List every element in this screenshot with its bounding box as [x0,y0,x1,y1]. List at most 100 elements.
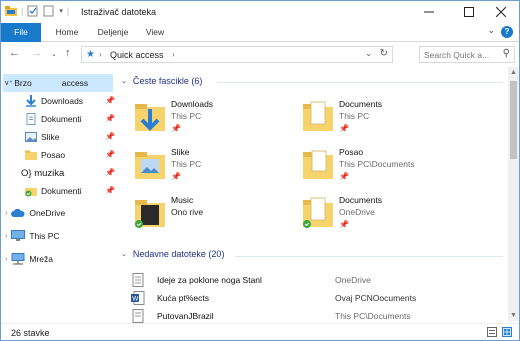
recent-locations-chevron-icon[interactable]: ⌄ [51,50,57,58]
breadcrumb-quick-access[interactable]: Quick access [110,50,164,60]
collapse-chevron-icon[interactable]: ⌄ [121,77,127,85]
pin-icon[interactable]: 📌 [105,96,115,105]
scroll-thumb[interactable] [510,81,517,159]
pin-icon[interactable]: 📌 [171,172,181,181]
nav-quick-access[interactable]: v * Brzo access [5,74,88,92]
properties-icon[interactable] [27,5,39,17]
recent-file-row[interactable]: W Kuća pt%ects Ovaj PCNOocuments [131,290,501,306]
recent-file-name: PutovanJBrazil [157,311,214,321]
group-divider [235,256,503,257]
search-box[interactable]: Search Quick a... ⚲ [419,46,515,63]
nav-item-network[interactable]: › Mreža [5,250,53,268]
scroll-up-icon[interactable]: ▲ [510,69,517,76]
scroll-down-icon[interactable]: ▼ [510,312,517,319]
pin-icon[interactable]: 📌 [105,150,115,159]
recent-file-name: Kuća pt%ects [157,293,209,303]
nav-item-label: Posao [41,150,66,160]
folder-tile-posao[interactable]: Posao This PC\Documents 📌 [287,147,447,189]
content-pane: ⌄ Česte fascikle (6) Downloads This PC 📌… [119,67,507,324]
nav-item-label: OneDrive [29,208,66,218]
vertical-scrollbar[interactable]: ▲ ▼ [508,67,519,321]
customize-toolbar-icon[interactable]: ▾ [59,7,63,15]
up-arrow-icon[interactable]: ↑ [65,47,71,59]
breadcrumb-separator-icon[interactable]: › [99,50,102,59]
navigation-bar: ← → ⌄ ↑ ★ › Quick access › ⌄ ↻ Search Qu… [1,43,519,65]
item-count: 26 stavke [11,328,50,338]
nav-item-label: This PC [29,231,60,241]
tab-share[interactable]: Deljenje [89,23,137,42]
address-dropdown-icon[interactable]: ⌄ [365,49,372,58]
nav-item-dokumenti[interactable]: Dokumenti [25,110,82,128]
maximize-button[interactable] [451,1,487,23]
text-file-icon [132,309,144,323]
pin-icon[interactable]: 📌 [339,220,349,229]
close-icon [496,7,506,17]
folder-location: This PC [171,111,202,121]
pin-icon[interactable]: 📌 [171,124,181,133]
group-header-frequent[interactable]: ⌄ Česte fascikle (6) [121,76,202,86]
music-folder-icon [135,200,165,228]
nav-item-muzika[interactable]: O} muzika [21,164,64,182]
nav-item-slike[interactable]: Slike [25,128,59,146]
breadcrumb-separator-icon[interactable]: › [172,50,175,59]
expand-chevron-icon[interactable]: v [5,80,9,87]
pin-icon[interactable]: 📌 [339,172,349,181]
tab-view[interactable]: View [139,23,171,42]
close-button[interactable] [483,1,519,23]
download-arrow-icon [26,95,36,107]
folder-tile-slike[interactable]: Slike This PC 📌 [119,147,279,189]
nav-item-this-pc[interactable]: › This PC [5,227,60,245]
pin-icon[interactable]: 📌 [339,124,349,133]
toolbar-divider: | [66,6,70,16]
collapse-chevron-icon[interactable]: ⌄ [121,250,127,258]
folder-location: OneDrive [339,207,375,217]
folder-name: Posao [339,147,364,157]
folder-tile-documents[interactable]: Documents This PC 📌 [287,99,447,141]
forward-arrow-icon[interactable]: → [31,47,42,59]
document-icon [26,113,36,125]
navigation-pane: v * Brzo access Downloads 📌 Dokumenti 📌 … [1,67,117,321]
expand-chevron-icon[interactable]: › [5,210,7,217]
nav-item-label: Dokumenti [41,114,82,124]
expand-chevron-icon[interactable]: › [5,256,7,263]
folder-tile-documents-onedrive[interactable]: Documents OneDrive 📌 [287,195,447,237]
minimize-icon [424,11,434,13]
nav-quick-access-label-b: access [61,78,89,88]
recent-file-row[interactable]: Ideje za poklone noga Stanl OneDrive [131,272,501,288]
folder-tile-music[interactable]: Music Ono rive [119,195,279,237]
pin-icon[interactable]: 📌 [105,132,115,141]
back-arrow-icon[interactable]: ← [9,47,20,59]
quick-access-toolbar: | ▾ | [5,5,69,17]
pin-icon[interactable]: 📌 [105,114,115,123]
title-bar: | ▾ | Istraživač datoteka [1,1,519,23]
tab-home[interactable]: Home [47,23,87,42]
help-icon[interactable]: ? [501,26,513,38]
pin-icon[interactable]: 📌 [105,168,115,177]
tab-file[interactable]: File [1,23,41,42]
group-title: Česte fascikle (6) [132,76,203,86]
documents-folder-icon [303,101,333,131]
minimize-button[interactable] [411,1,447,23]
refresh-icon[interactable]: ↻ [380,48,388,59]
address-bar[interactable]: ★ › Quick access › ⌄ ↻ [81,46,393,63]
expand-chevron-icon[interactable]: › [5,233,7,240]
ribbon-tabs: File Home Deljenje View ⌄ ? [1,23,519,42]
nav-item-posao[interactable]: Posao [25,146,65,164]
expand-ribbon-icon[interactable]: ⌄ [487,25,495,36]
folder-name: Slike [171,147,190,157]
recent-file-location: Ovaj PCNOocuments [335,293,417,303]
recent-file-location: OneDrive [335,275,371,285]
nav-item-downloads[interactable]: Downloads [25,92,83,110]
new-folder-icon[interactable] [43,5,55,17]
text-file-icon [132,273,144,287]
nav-item-dokumenti-2[interactable]: Dokumenti [25,182,82,200]
nav-item-onedrive[interactable]: › OneDrive [5,204,65,222]
large-icons-view-icon[interactable] [502,327,512,337]
folder-tile-downloads[interactable]: Downloads This PC 📌 [119,99,279,141]
group-header-recent[interactable]: ⌄ Nedavne datoteke (20) [121,249,224,259]
folder-location: This PC\Documents [339,159,415,169]
explorer-window: | ▾ | Istraživač datoteka File Home Delj… [0,0,520,341]
pin-icon[interactable]: 📌 [105,186,115,195]
recent-file-row[interactable]: PutovanJBrazil This PC\Documents [131,308,501,324]
details-view-icon[interactable] [487,327,497,337]
